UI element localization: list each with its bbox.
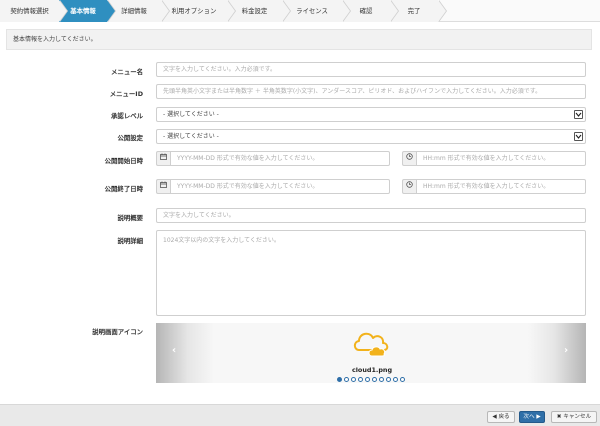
step-label: ライセンス [296, 7, 328, 15]
next-label: 次へ [523, 414, 535, 420]
carousel-dot[interactable] [386, 377, 391, 382]
carousel-dot[interactable] [400, 377, 405, 382]
icon-filename: cloud1.png [351, 366, 393, 374]
next-button[interactable]: 次へ ▶ [519, 411, 545, 423]
carousel-dot[interactable] [337, 377, 342, 382]
carousel-dot[interactable] [372, 377, 377, 382]
step-license: ライセンス [282, 0, 351, 22]
step-label: 利用オプション [171, 7, 217, 15]
step-label: 詳細情報 [121, 7, 147, 15]
desc-detail-label: 説明詳細 [117, 237, 143, 245]
calendar-icon[interactable] [156, 179, 170, 194]
step-options: 利用オプション [161, 0, 236, 22]
step-label: 契約情報選択 [10, 7, 49, 15]
chevron-right-icon: ▶ [536, 414, 541, 420]
carousel-dot[interactable] [344, 377, 349, 382]
cancel-label: キャンセル [563, 414, 592, 420]
carousel-dot[interactable] [365, 377, 370, 382]
cloud-icon[interactable] [352, 328, 392, 362]
menu-name-label: メニュー名 [111, 68, 143, 76]
step-label: 完了 [407, 7, 421, 15]
clock-icon[interactable] [402, 179, 416, 194]
carousel-dot[interactable] [393, 377, 398, 382]
publish-setting-value: - 選択してください - [163, 133, 219, 140]
desc-summary-label: 説明概要 [117, 214, 143, 222]
footer-bar: ◀ 戻る 次へ ▶ ✖ キャンセル [0, 404, 600, 426]
back-label: 戻る [498, 414, 510, 420]
step-label: 料金設定 [241, 7, 268, 15]
publish-end-time-input[interactable]: HH:mm 形式で有効な値を入力してください。 [416, 179, 586, 194]
close-icon: ✖ [556, 414, 562, 420]
carousel-dot[interactable] [358, 377, 363, 382]
publish-start-time-input[interactable]: HH:mm 形式で有効な値を入力してください。 [416, 151, 586, 166]
step-contract-select: 契約情報選択 [0, 0, 68, 22]
chevron-down-icon [574, 110, 583, 119]
publish-start-date-input[interactable]: YYYY-MM-DD 形式で有効な値を入力してください。 [170, 151, 390, 166]
publish-setting-label: 公開設定 [117, 134, 143, 142]
approval-level-value: - 選択してください - [163, 111, 219, 118]
carousel-prev-button[interactable]: ‹ [156, 323, 214, 383]
back-button[interactable]: ◀ 戻る [487, 411, 515, 423]
menu-id-label: メニューID [109, 90, 143, 98]
step-wizard: 契約情報選択 基本情報 詳細情報 利用オプション 料金設定 ライセンス 確認 完… [0, 0, 600, 22]
menu-name-input[interactable]: 文字を入力してください。入力必須です。 [156, 62, 586, 77]
clock-icon[interactable] [402, 151, 416, 166]
desc-icon-label: 説明画面アイコン [92, 328, 143, 336]
publish-start-label: 公開開始日時 [104, 157, 143, 165]
publish-end-label: 公開終了日時 [104, 185, 143, 193]
menu-id-input[interactable]: 先頭半角英小文字または半角数字 ＋ 半角英数字(小文字)、アンダースコア、ピリオ… [156, 84, 586, 99]
carousel-dot[interactable] [351, 377, 356, 382]
desc-summary-input[interactable]: 文字を入力してください。 [156, 208, 586, 223]
intro-message: 基本情報を入力してください。 [6, 29, 592, 50]
chevron-left-icon: ‹ [172, 345, 177, 356]
cancel-button[interactable]: ✖ キャンセル [551, 411, 597, 423]
carousel-next-button[interactable]: › [528, 323, 586, 383]
publish-setting-select[interactable]: - 選択してください - [156, 129, 586, 144]
approval-level-select[interactable]: - 選択してください - [156, 107, 586, 122]
carousel-dots [337, 377, 405, 383]
chevron-right-icon: › [564, 345, 569, 356]
calendar-icon[interactable] [156, 151, 170, 166]
carousel-dot[interactable] [379, 377, 384, 382]
approval-level-label: 承認レベル [111, 112, 143, 120]
publish-end-date-input[interactable]: YYYY-MM-DD 形式で有効な値を入力してください。 [170, 179, 390, 194]
step-label: 確認 [359, 7, 373, 15]
chevron-left-icon: ◀ [492, 414, 497, 420]
icon-carousel: ‹ cloud1.png › [156, 323, 586, 383]
desc-detail-textarea[interactable]: 1024文字以内の文字を入力してください。 [156, 230, 586, 316]
chevron-down-icon [574, 132, 583, 141]
step-label: 基本情報 [70, 7, 96, 15]
